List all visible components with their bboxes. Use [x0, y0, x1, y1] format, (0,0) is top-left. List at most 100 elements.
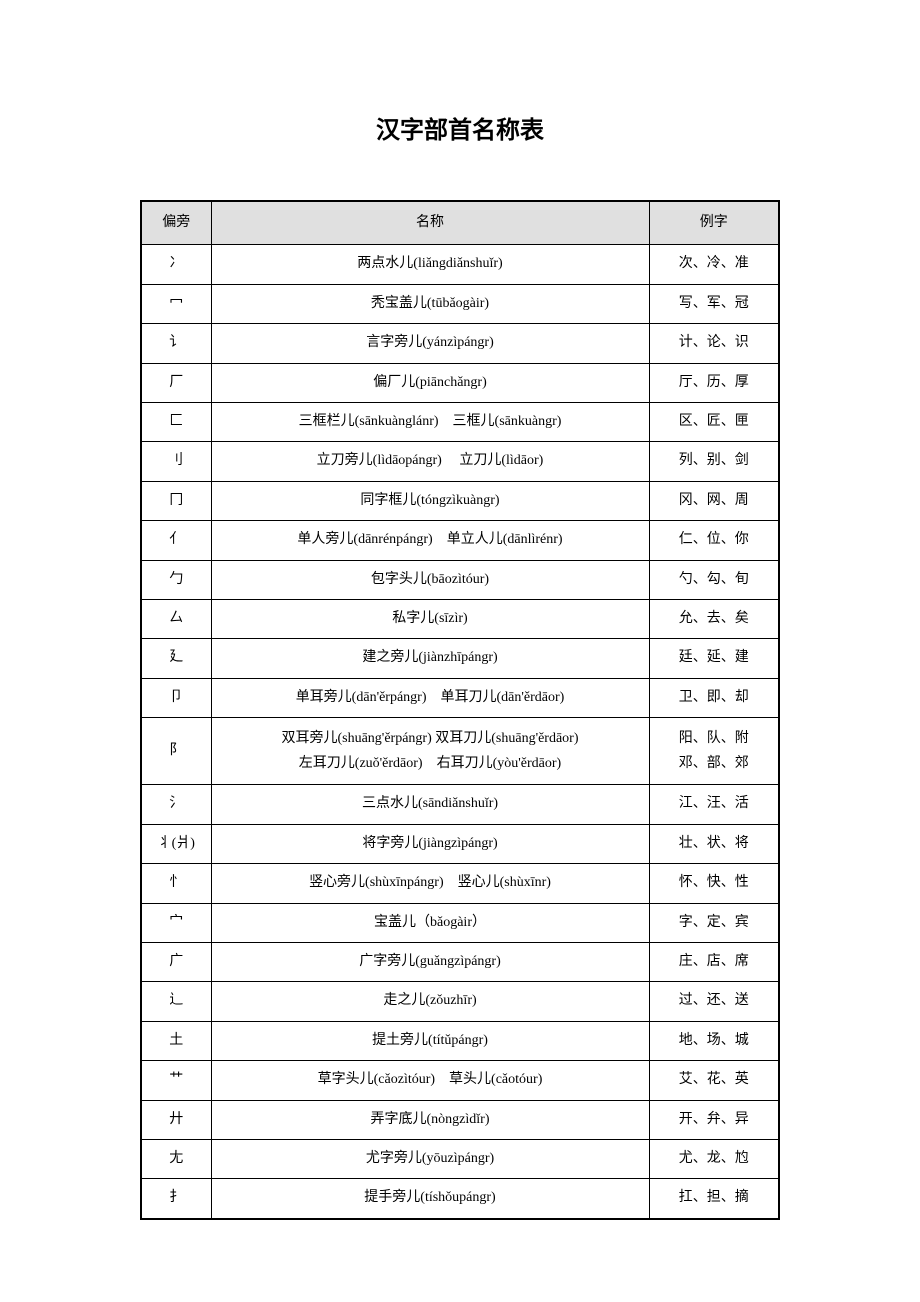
- radical-cell: 刂: [141, 442, 211, 481]
- name-cell: 私字儿(sīzìr): [211, 599, 649, 638]
- example-cell: 仁、位、你: [649, 521, 779, 560]
- example-cell: 写、军、冠: [649, 284, 779, 323]
- name-cell: 偏厂儿(piānchǎngr): [211, 363, 649, 402]
- example-cell: 过、还、送: [649, 982, 779, 1021]
- name-cell: 走之儿(zǒuzhīr): [211, 982, 649, 1021]
- table-row: 宀宝盖儿（bǎogàir）字、定、宾: [141, 903, 779, 942]
- radical-cell: 冖: [141, 284, 211, 323]
- table-row: 阝双耳旁儿(shuāng'ěrpángr) 双耳刀儿(shuāng'ěrdāor…: [141, 718, 779, 785]
- radical-cell: 忄: [141, 864, 211, 903]
- radical-cell: 廴: [141, 639, 211, 678]
- example-cell: 计、论、识: [649, 324, 779, 363]
- radical-cell: 宀: [141, 903, 211, 942]
- name-cell: 包字头儿(bāozìtóur): [211, 560, 649, 599]
- name-cell: 两点水儿(liǎngdiǎnshuǐr): [211, 245, 649, 284]
- table-row: 忄竖心旁儿(shùxīnpángr) 竖心儿(shùxīnr)怀、快、性: [141, 864, 779, 903]
- example-cell: 允、去、矣: [649, 599, 779, 638]
- name-cell: 宝盖儿（bǎogàir）: [211, 903, 649, 942]
- radical-cell: 氵: [141, 785, 211, 824]
- name-cell: 同字框儿(tóngzìkuàngr): [211, 481, 649, 520]
- table-row: 厶私字儿(sīzìr)允、去、矣: [141, 599, 779, 638]
- header-name: 名称: [211, 201, 649, 245]
- name-cell: 竖心旁儿(shùxīnpángr) 竖心儿(shùxīnr): [211, 864, 649, 903]
- header-radical: 偏旁: [141, 201, 211, 245]
- radical-cell: 尢: [141, 1139, 211, 1178]
- table-row: 匚三框栏儿(sānkuànglánr) 三框儿(sānkuàngr)区、匠、匣: [141, 402, 779, 441]
- table-row: 丬(爿)将字旁儿(jiàngzìpángr)壮、状、将: [141, 824, 779, 863]
- radical-cell: 土: [141, 1021, 211, 1060]
- table-row: 冫两点水儿(liǎngdiǎnshuǐr)次、冷、准: [141, 245, 779, 284]
- radical-cell: 丬(爿): [141, 824, 211, 863]
- example-cell: 艾、花、英: [649, 1061, 779, 1100]
- radical-cell: 艹: [141, 1061, 211, 1100]
- radical-cell: 厶: [141, 599, 211, 638]
- table-row: 廾弄字底儿(nòngzìdǐr)开、弁、异: [141, 1100, 779, 1139]
- example-cell: 区、匠、匣: [649, 402, 779, 441]
- name-cell: 将字旁儿(jiàngzìpángr): [211, 824, 649, 863]
- table-row: 艹草字头儿(cǎozìtóur) 草头儿(cǎotóur)艾、花、英: [141, 1061, 779, 1100]
- name-cell: 尤字旁儿(yōuzìpángr): [211, 1139, 649, 1178]
- table-row: 廴建之旁儿(jiànzhīpángr)廷、延、建: [141, 639, 779, 678]
- example-cell: 怀、快、性: [649, 864, 779, 903]
- table-row: 广广字旁儿(guǎngzìpángr)庄、店、席: [141, 943, 779, 982]
- table-row: 刂立刀旁儿(lìdāopángr) 立刀儿(lìdāor)列、别、剑: [141, 442, 779, 481]
- radical-cell: 广: [141, 943, 211, 982]
- table-row: 厂偏厂儿(piānchǎngr)厅、历、厚: [141, 363, 779, 402]
- table-row: 尢尤字旁儿(yōuzìpángr)尤、龙、尥: [141, 1139, 779, 1178]
- table-row: 卩单耳旁儿(dān'ěrpángr) 单耳刀儿(dān'ěrdāor)卫、即、却: [141, 678, 779, 717]
- example-cell: 列、别、剑: [649, 442, 779, 481]
- radical-cell: 辶: [141, 982, 211, 1021]
- name-cell: 单人旁儿(dānrénpángr) 单立人儿(dānlìrénr): [211, 521, 649, 560]
- table-row: 氵三点水儿(sāndiǎnshuǐr)江、汪、活: [141, 785, 779, 824]
- name-cell: 弄字底儿(nòngzìdǐr): [211, 1100, 649, 1139]
- radical-cell: 廾: [141, 1100, 211, 1139]
- example-cell: 尤、龙、尥: [649, 1139, 779, 1178]
- radical-cell: 匚: [141, 402, 211, 441]
- example-cell: 冈、网、周: [649, 481, 779, 520]
- example-cell: 开、弁、异: [649, 1100, 779, 1139]
- example-cell: 勺、勾、旬: [649, 560, 779, 599]
- name-cell: 双耳旁儿(shuāng'ěrpángr) 双耳刀儿(shuāng'ěrdāor)…: [211, 718, 649, 785]
- table-row: 讠言字旁儿(yánzìpángr)计、论、识: [141, 324, 779, 363]
- header-row: 偏旁 名称 例字: [141, 201, 779, 245]
- example-cell: 次、冷、准: [649, 245, 779, 284]
- radical-cell: 阝: [141, 718, 211, 785]
- name-cell: 秃宝盖儿(tūbǎogàir): [211, 284, 649, 323]
- table-row: 土提土旁儿(títǔpángr)地、场、城: [141, 1021, 779, 1060]
- page-title: 汉字部首名称表: [140, 110, 780, 145]
- name-cell: 建之旁儿(jiànzhīpángr): [211, 639, 649, 678]
- table-row: 辶走之儿(zǒuzhīr)过、还、送: [141, 982, 779, 1021]
- example-cell: 廷、延、建: [649, 639, 779, 678]
- radical-cell: 冫: [141, 245, 211, 284]
- example-cell: 地、场、城: [649, 1021, 779, 1060]
- name-cell: 三框栏儿(sānkuànglánr) 三框儿(sānkuàngr): [211, 402, 649, 441]
- radical-cell: 勹: [141, 560, 211, 599]
- radical-cell: 扌: [141, 1179, 211, 1219]
- radical-cell: 冂: [141, 481, 211, 520]
- example-cell: 江、汪、活: [649, 785, 779, 824]
- name-cell: 提土旁儿(títǔpángr): [211, 1021, 649, 1060]
- example-cell: 庄、店、席: [649, 943, 779, 982]
- radical-table: 偏旁 名称 例字 冫两点水儿(liǎngdiǎnshuǐr)次、冷、准冖秃宝盖儿…: [140, 200, 780, 1220]
- name-cell: 单耳旁儿(dān'ěrpángr) 单耳刀儿(dān'ěrdāor): [211, 678, 649, 717]
- name-cell: 言字旁儿(yánzìpángr): [211, 324, 649, 363]
- header-example: 例字: [649, 201, 779, 245]
- name-cell: 三点水儿(sāndiǎnshuǐr): [211, 785, 649, 824]
- example-cell: 壮、状、将: [649, 824, 779, 863]
- radical-cell: 卩: [141, 678, 211, 717]
- example-cell: 字、定、宾: [649, 903, 779, 942]
- table-row: 冂同字框儿(tóngzìkuàngr)冈、网、周: [141, 481, 779, 520]
- table-row: 冖秃宝盖儿(tūbǎogàir)写、军、冠: [141, 284, 779, 323]
- table-row: 亻单人旁儿(dānrénpángr) 单立人儿(dānlìrénr)仁、位、你: [141, 521, 779, 560]
- example-cell: 扛、担、摘: [649, 1179, 779, 1219]
- table-row: 勹包字头儿(bāozìtóur)勺、勾、旬: [141, 560, 779, 599]
- radical-cell: 厂: [141, 363, 211, 402]
- radical-cell: 亻: [141, 521, 211, 560]
- name-cell: 草字头儿(cǎozìtóur) 草头儿(cǎotóur): [211, 1061, 649, 1100]
- name-cell: 广字旁儿(guǎngzìpángr): [211, 943, 649, 982]
- name-cell: 立刀旁儿(lìdāopángr) 立刀儿(lìdāor): [211, 442, 649, 481]
- example-cell: 厅、历、厚: [649, 363, 779, 402]
- table-row: 扌提手旁儿(tíshǒupángr)扛、担、摘: [141, 1179, 779, 1219]
- name-cell: 提手旁儿(tíshǒupángr): [211, 1179, 649, 1219]
- radical-cell: 讠: [141, 324, 211, 363]
